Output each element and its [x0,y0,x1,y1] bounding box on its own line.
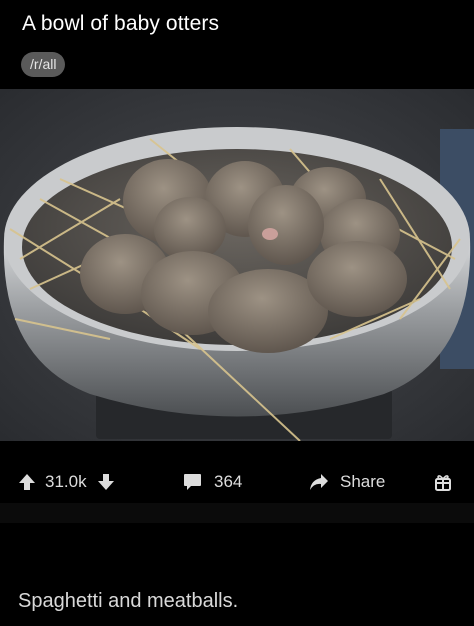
share-label: Share [340,472,386,491]
share-button[interactable]: Share [309,470,385,494]
arrow-down-icon[interactable] [97,473,115,491]
vote-count: 31.0k [45,472,87,491]
gift-icon [434,473,452,491]
comment-count: 364 [214,472,243,491]
post-title: A bowl of baby otters [22,12,220,35]
comments-button[interactable]: 364 [183,470,242,494]
share-arrow-icon [309,473,329,491]
subreddit-chip[interactable]: /r/all [21,52,66,77]
section-divider [0,503,474,523]
comment-text: Spaghetti and meatballs. [18,590,239,612]
post-image[interactable] [0,89,474,441]
vote-control: 31.0k [18,470,115,494]
award-button[interactable] [434,470,452,494]
speech-bubble-icon [183,473,202,491]
arrow-up-icon[interactable] [18,473,36,491]
